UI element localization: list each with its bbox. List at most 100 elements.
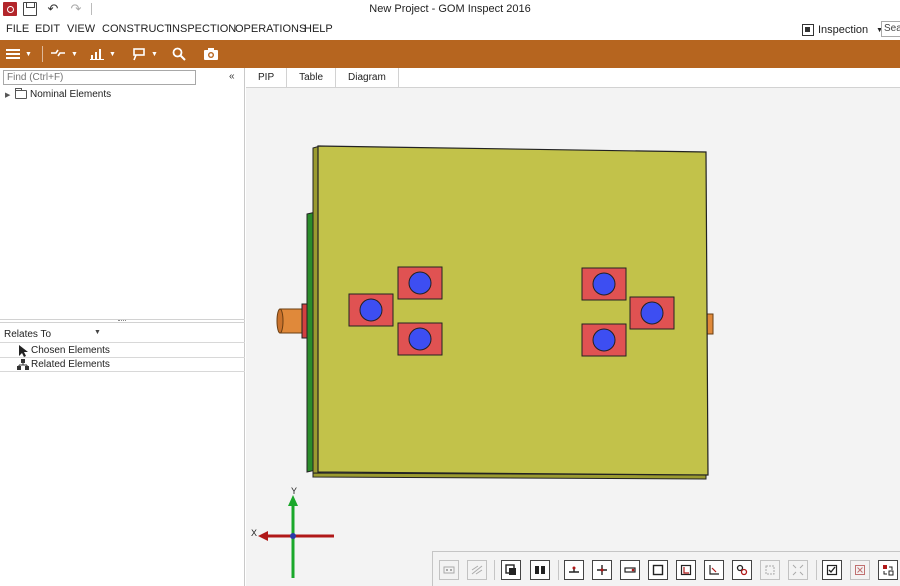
toolbar-separator	[42, 46, 43, 62]
select-polygon-button[interactable]	[676, 560, 696, 580]
tab-pip[interactable]: PIP	[246, 68, 288, 87]
menu-view[interactable]: VIEW	[67, 23, 95, 35]
close-icon	[855, 565, 865, 575]
report-button[interactable]: ▼	[90, 46, 116, 62]
zoom-button[interactable]	[172, 46, 186, 62]
snapshot-button[interactable]	[203, 46, 219, 62]
chevron-down-icon: ▼	[94, 329, 101, 336]
select-cylinder-button[interactable]	[620, 560, 640, 580]
menu-inspection[interactable]: INSPECTION	[169, 23, 236, 35]
hamburger-menu-button[interactable]: ▼	[6, 46, 32, 62]
explorer-panel: « ▶ Nominal Elements Relates To ▼ Chosen…	[0, 68, 245, 586]
folder-icon	[15, 88, 27, 99]
confirm-selection-button[interactable]	[822, 560, 842, 580]
panel-splitter[interactable]	[0, 319, 245, 323]
3d-scene[interactable]: Y X	[246, 88, 900, 586]
relates-to-dropdown[interactable]: Relates To ▼	[0, 325, 245, 343]
select-polygon-icon	[680, 564, 692, 576]
select-both-sides-button[interactable]	[530, 560, 550, 580]
menu-file[interactable]: FILE	[6, 23, 29, 35]
menu-construct[interactable]: CONSTRUCT	[102, 23, 171, 35]
hole[interactable]	[408, 327, 432, 351]
workspace-icon	[802, 24, 814, 36]
deselect-button[interactable]	[850, 560, 870, 580]
window-title: New Project - GOM Inspect 2016	[369, 3, 531, 15]
toolbar-separator	[816, 560, 817, 580]
alignment-button[interactable]: ▼	[50, 46, 78, 62]
tab-diagram[interactable]: Diagram	[336, 68, 399, 87]
select-rectangle-button[interactable]	[648, 560, 668, 580]
search-icon	[172, 47, 186, 61]
select-cylinder-icon	[624, 567, 636, 573]
tab-table[interactable]: Table	[287, 68, 337, 87]
menu-bar: FILE EDIT VIEW CONSTRUCT INSPECTION OPER…	[0, 19, 900, 40]
menu-operations[interactable]: OPERATIONS	[235, 23, 306, 35]
relates-item-label: Chosen Elements	[31, 345, 110, 356]
search-input[interactable]: Sear	[881, 21, 900, 37]
find-input[interactable]	[3, 70, 196, 85]
select-rectangle-icon	[652, 564, 664, 576]
relates-item-chosen-elements[interactable]: Chosen Elements	[0, 344, 245, 358]
select-connected-button[interactable]	[732, 560, 752, 580]
relates-item-related-elements[interactable]: Related Elements	[0, 358, 245, 372]
camera-icon	[204, 48, 218, 60]
toolbar-separator	[558, 560, 559, 580]
select-plane-icon	[569, 566, 579, 573]
hole[interactable]	[408, 271, 432, 295]
select-through-button[interactable]	[501, 560, 521, 580]
tree-item-nominal-elements[interactable]: ▶ Nominal Elements	[5, 88, 112, 100]
checkbox-check-icon	[826, 564, 838, 576]
select-patch-icon	[471, 565, 483, 575]
menu-edit[interactable]: EDIT	[35, 23, 60, 35]
label-button[interactable]: ▼	[132, 46, 158, 62]
coordinate-axes: Y X	[251, 486, 334, 578]
toolbar-separator	[494, 560, 495, 580]
x-axis-label: X	[251, 528, 257, 538]
hamburger-icon	[6, 49, 20, 59]
select-patch-button[interactable]	[467, 560, 487, 580]
select-grow-button[interactable]	[760, 560, 780, 580]
relates-to-label: Relates To	[4, 329, 52, 340]
relates-item-label: Related Elements	[31, 359, 110, 370]
collapse-panel-button[interactable]: «	[229, 71, 235, 82]
y-axis-label: Y	[291, 486, 297, 496]
select-cross-button[interactable]	[592, 560, 612, 580]
y-axis-arrow	[288, 495, 298, 506]
workspace-label: Inspection	[818, 24, 869, 36]
select-shrink-button[interactable]	[788, 560, 808, 580]
hole[interactable]	[640, 301, 664, 325]
main-toolbar: ▼ ▼ ▼ ▼	[0, 40, 900, 68]
invert-selection-button[interactable]	[878, 560, 898, 580]
selection-toolbar	[432, 551, 900, 586]
select-shrink-icon	[792, 564, 804, 576]
x-axis-arrow	[258, 531, 268, 541]
label-flag-icon	[133, 48, 145, 61]
hole[interactable]	[592, 328, 616, 352]
title-bar: ↶ ↷ New Project - GOM Inspect 2016	[0, 0, 900, 19]
hole[interactable]	[592, 272, 616, 296]
select-surface-button[interactable]	[439, 560, 459, 580]
select-grow-icon	[765, 565, 775, 575]
axis-origin	[290, 533, 296, 539]
3d-viewport[interactable]: Y X	[246, 88, 900, 586]
bar-chart-icon	[90, 49, 104, 60]
select-through-icon	[505, 564, 516, 575]
select-curve-button[interactable]	[704, 560, 724, 580]
select-connected-icon	[736, 564, 748, 576]
left-pin-end	[276, 308, 284, 334]
select-both-sides-icon	[535, 566, 545, 574]
alignment-icon	[51, 49, 65, 57]
cursor-arrow-icon	[19, 345, 28, 357]
hierarchy-icon	[17, 359, 29, 370]
hole[interactable]	[359, 298, 383, 322]
menu-help[interactable]: HELP	[304, 23, 333, 35]
select-surface-icon	[443, 566, 455, 574]
invert-selection-icon	[883, 565, 894, 576]
select-curve-icon	[709, 565, 719, 575]
workspace-selector[interactable]: Inspection ▼	[802, 22, 883, 38]
tree-item-label: Nominal Elements	[30, 89, 112, 100]
view-tabs: PIP Table Diagram	[246, 68, 399, 87]
expand-arrow-icon[interactable]: ▶	[5, 91, 15, 99]
select-on-plane-button[interactable]	[564, 560, 584, 580]
gom-inspect-window: ↶ ↷ New Project - GOM Inspect 2016 FILE …	[0, 0, 900, 586]
